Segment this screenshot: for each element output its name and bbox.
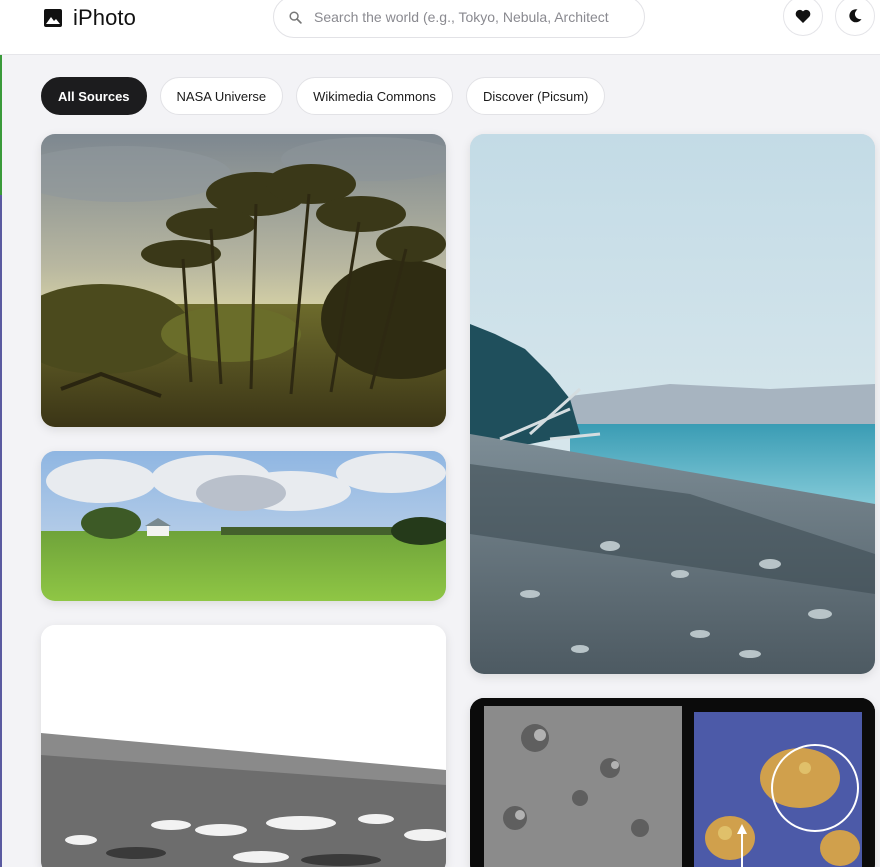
gallery-card[interactable] (41, 134, 446, 427)
moon-icon (849, 9, 862, 23)
gallery-card[interactable] (41, 451, 446, 601)
filter-chip-nasa-universe[interactable]: NASA Universe (159, 77, 284, 115)
gallery-card[interactable] (41, 625, 446, 867)
heart-icon (795, 9, 811, 23)
photo-forest-landscape (41, 134, 446, 427)
photo-mars-surface (41, 625, 446, 867)
source-filter-bar: All Sources NASA Universe Wikimedia Comm… (41, 77, 618, 115)
window-edge (0, 0, 2, 867)
photo-pebble-beach (470, 134, 875, 674)
gallery-card[interactable] (470, 134, 875, 674)
image-icon (44, 9, 62, 27)
photo-lunar-craters (470, 698, 875, 867)
filter-chip-all-sources[interactable]: All Sources (41, 77, 147, 115)
photo-green-meadow (41, 451, 446, 601)
search-input[interactable] (314, 9, 629, 25)
search-icon (289, 10, 302, 24)
filter-chip-wikimedia-commons[interactable]: Wikimedia Commons (296, 77, 453, 115)
search-bar[interactable] (273, 0, 645, 38)
app-title: iPhoto (73, 5, 136, 30)
favorites-button[interactable] (783, 0, 823, 36)
brand[interactable]: iPhoto (43, 5, 136, 31)
gallery-card[interactable] (470, 698, 875, 867)
app-header: iPhoto (0, 0, 880, 55)
filter-chip-discover-picsum[interactable]: Discover (Picsum) (465, 77, 606, 115)
theme-toggle-button[interactable] (835, 0, 875, 36)
